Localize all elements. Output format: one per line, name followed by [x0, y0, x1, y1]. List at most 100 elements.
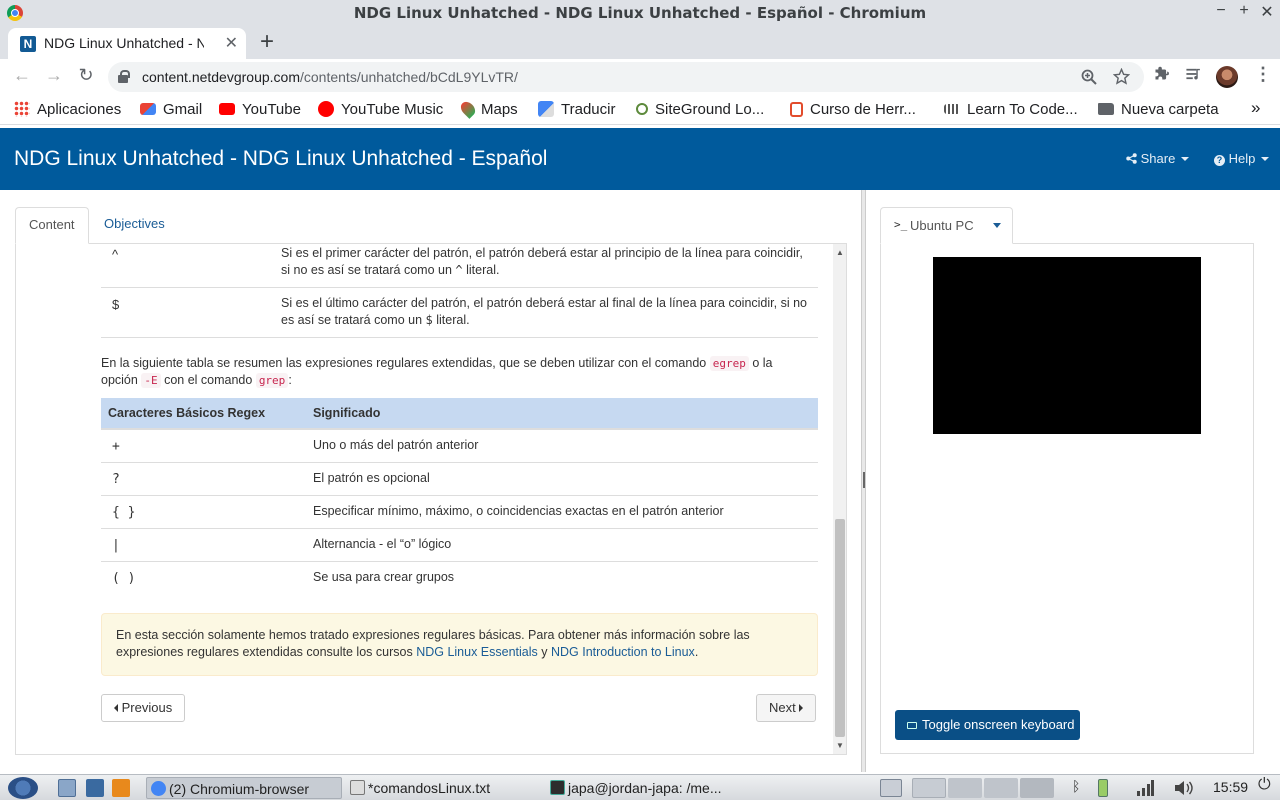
os-taskbar: (2) Chromium-browser *comandosLinux.txt …	[0, 774, 1280, 800]
close-window-button[interactable]: ✕	[1256, 2, 1278, 22]
inline-code: grep	[255, 373, 289, 388]
caret-left-icon	[114, 704, 118, 712]
table-row: $ Si es el último carácter del patrón, e…	[101, 288, 818, 338]
regex-symbol: { }	[112, 505, 136, 520]
bookmark-label: Learn To Code...	[967, 101, 1078, 118]
inline-code: -E	[141, 373, 161, 388]
bookmark-gmail[interactable]: Gmail	[140, 101, 202, 118]
battery-icon[interactable]	[1098, 779, 1108, 797]
browser-tab[interactable]: N NDG Linux Unhatched - NDG Linux Unhatc…	[8, 28, 246, 59]
bookmark-label: Aplicaciones	[37, 101, 122, 118]
cisco-icon	[944, 104, 960, 114]
share-button[interactable]: Share	[1126, 151, 1189, 166]
task-terminal[interactable]: japa@jordan-japa: /me...	[546, 777, 746, 799]
info-note: En esta sección solamente hemos tratado …	[101, 613, 818, 676]
youtube-icon	[219, 103, 235, 115]
tab-objectives[interactable]: Objectives	[91, 207, 178, 244]
column-header: Significado	[313, 406, 381, 420]
content-scrollbar[interactable]: ▲ ▼	[833, 244, 846, 754]
tab-close-icon[interactable]: ✕	[225, 33, 238, 53]
bookmark-youtube[interactable]: YouTube	[219, 101, 301, 118]
bookmark-learn-to-code[interactable]: Learn To Code...	[944, 101, 1078, 118]
caret-down-icon	[1261, 157, 1269, 161]
bookmark-maps[interactable]: Maps	[458, 99, 518, 119]
workspace-3-icon[interactable]	[1020, 778, 1054, 798]
url-text[interactable]: content.netdevgroup.com/contents/unhatch…	[142, 69, 518, 85]
maps-pin-icon	[458, 99, 478, 119]
show-desktop-icon[interactable]	[880, 779, 902, 797]
scrollbar-thumb[interactable]	[835, 519, 845, 737]
vm-pane: >_ Ubuntu PC Toggle onscreen keyboard	[866, 190, 1280, 772]
bookmarks-overflow-button[interactable]: »	[1251, 98, 1260, 118]
file-manager-icon[interactable]	[58, 779, 76, 797]
regex-meaning: Uno o más del patrón anterior	[313, 438, 479, 452]
workspace-2-icon[interactable]	[984, 778, 1018, 798]
next-button[interactable]: Next	[756, 694, 817, 722]
profile-avatar[interactable]	[1216, 66, 1238, 88]
bookmark-star-icon[interactable]	[1113, 68, 1130, 85]
sublime-icon[interactable]	[112, 779, 130, 797]
splitter-grip[interactable]	[863, 472, 865, 488]
maximize-button[interactable]: +	[1233, 2, 1255, 20]
bookmarks-bar: Aplicaciones Gmail YouTube YouTube Music…	[0, 95, 1280, 125]
zoom-icon[interactable]	[1081, 69, 1097, 85]
intro-paragraph: En la siguiente tabla se resumen las exp…	[101, 355, 801, 389]
settings-icon[interactable]	[86, 779, 104, 797]
help-button[interactable]: ? Help	[1214, 151, 1269, 166]
previous-label: Previous	[121, 700, 173, 715]
minimize-button[interactable]: −	[1210, 2, 1232, 20]
caret-right-icon	[799, 704, 804, 712]
bookmark-siteground[interactable]: SiteGround Lo...	[636, 101, 764, 118]
page-title: NDG Linux Unhatched - NDG Linux Unhatche…	[14, 147, 548, 170]
link-linux-essentials[interactable]: NDG Linux Essentials	[416, 645, 538, 659]
start-menu-icon[interactable]	[8, 777, 38, 799]
text-editor-icon	[350, 780, 365, 795]
inline-code: $	[425, 313, 433, 327]
toggle-keyboard-button[interactable]: Toggle onscreen keyboard	[895, 710, 1080, 740]
reload-button[interactable]: ↻	[74, 65, 98, 86]
tab-content[interactable]: Content	[15, 207, 89, 244]
extensions-puzzle-icon[interactable]	[1153, 66, 1170, 83]
regex-meaning: Se usa para crear grupos	[313, 570, 455, 584]
scroll-up-icon[interactable]: ▲	[836, 248, 844, 257]
vm-tab-label: Ubuntu PC	[910, 218, 974, 233]
address-bar[interactable]: content.netdevgroup.com/contents/unhatch…	[108, 62, 1144, 92]
task-chromium[interactable]: (2) Chromium-browser	[146, 777, 342, 799]
window-title: NDG Linux Unhatched - NDG Linux Unhatche…	[353, 4, 927, 22]
note-text: y	[541, 645, 548, 659]
keyboard-icon	[907, 722, 917, 729]
bookmark-apps[interactable]: Aplicaciones	[14, 101, 121, 118]
toggle-keyboard-label: Toggle onscreen keyboard	[922, 717, 1075, 732]
regex-symbol: ^	[112, 247, 119, 262]
app-header: NDG Linux Unhatched - NDG Linux Unhatche…	[0, 128, 1280, 190]
previous-button[interactable]: Previous	[101, 694, 186, 722]
tab-ubuntu-pc[interactable]: >_ Ubuntu PC	[880, 207, 1013, 244]
regex-description: Si es el último carácter del patrón, el …	[281, 295, 811, 329]
task-text-editor[interactable]: *comandosLinux.txt	[346, 777, 542, 799]
scroll-down-icon[interactable]: ▼	[836, 741, 844, 750]
caret-down-icon[interactable]	[993, 223, 1001, 228]
lesson-content: ^ Si es el primer carácter del patrón, e…	[15, 244, 847, 755]
forward-button[interactable]: →	[42, 65, 66, 86]
bookmark-youtube-music[interactable]: YouTube Music	[318, 101, 443, 118]
bookmark-curso[interactable]: Curso de Herr...	[790, 101, 916, 118]
network-signal-icon[interactable]	[1136, 780, 1154, 796]
regex-symbol: +	[112, 439, 120, 454]
power-icon[interactable]: ⏻	[1258, 776, 1271, 794]
bookmark-translate[interactable]: Traducir	[538, 101, 615, 118]
chromium-tray-icon[interactable]	[912, 778, 946, 798]
volume-icon[interactable]	[1174, 780, 1194, 796]
browser-menu-icon[interactable]: ⋮	[1254, 64, 1272, 85]
media-queue-icon[interactable]	[1185, 66, 1202, 83]
back-button[interactable]: ←	[10, 65, 34, 86]
bookmark-folder[interactable]: Nueva carpeta	[1098, 101, 1219, 118]
bluetooth-icon[interactable]: ᛒ	[1072, 778, 1080, 794]
table-row: ^ Si es el primer carácter del patrón, e…	[101, 244, 818, 288]
gmail-icon	[140, 103, 156, 115]
new-tab-button[interactable]: +	[260, 28, 274, 56]
bookmark-label: YouTube	[242, 101, 301, 118]
workspace-1-icon[interactable]	[948, 778, 982, 798]
vm-screen[interactable]	[933, 257, 1201, 434]
lock-icon[interactable]	[118, 70, 130, 83]
link-introduction-to-linux[interactable]: NDG Introduction to Linux	[551, 645, 695, 659]
